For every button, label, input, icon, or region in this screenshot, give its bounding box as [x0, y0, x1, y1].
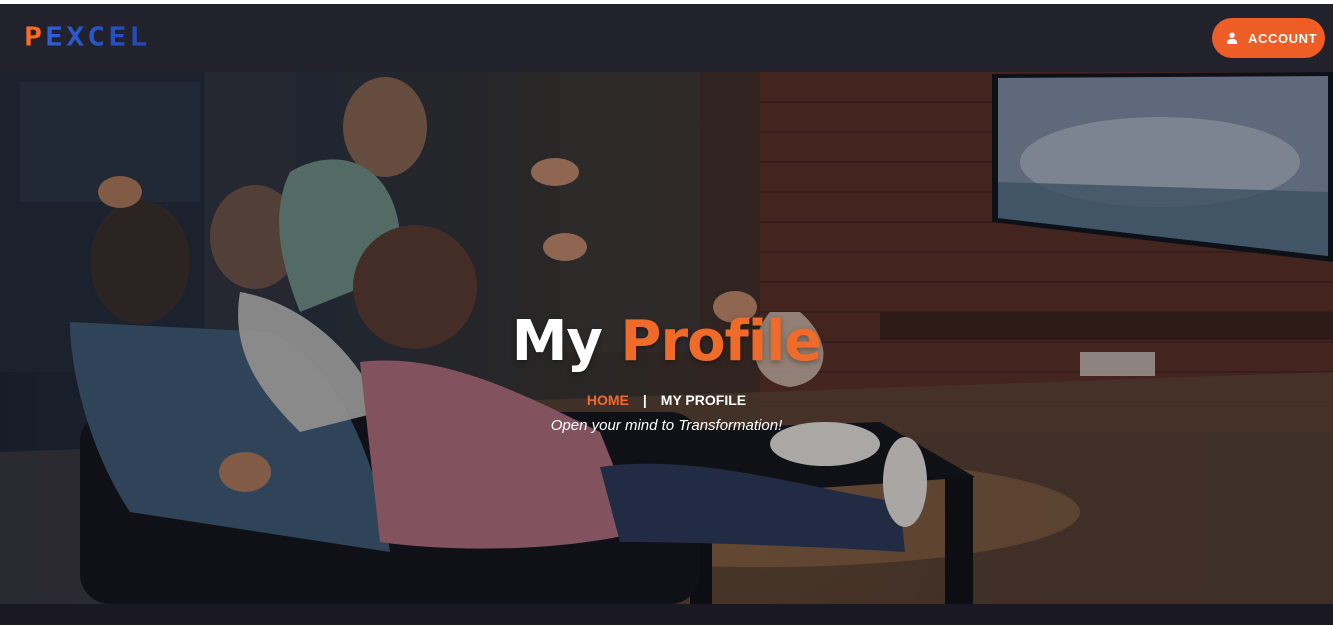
- account-button[interactable]: ACCOUNT: [1212, 18, 1325, 58]
- page-title-word-2: Profile: [620, 309, 822, 374]
- breadcrumb-separator: |: [642, 392, 647, 408]
- site-logo[interactable]: PEXCEL: [24, 18, 150, 58]
- breadcrumb-home-link[interactable]: HOME: [587, 392, 629, 408]
- page-title-word-1: My: [511, 309, 603, 374]
- page-title: My Profile: [511, 309, 823, 374]
- hero-banner: My Profile HOME | MY PROFILE Open your m…: [0, 72, 1333, 604]
- user-icon: [1226, 32, 1238, 44]
- navbar: PEXCEL ACCOUNT: [0, 4, 1333, 72]
- hero-content: My Profile HOME | MY PROFILE Open your m…: [0, 309, 1333, 435]
- account-button-label: ACCOUNT: [1248, 30, 1318, 46]
- content-area-top: [0, 604, 1333, 625]
- logo-text: PEXCEL: [24, 22, 151, 53]
- breadcrumb-current: MY PROFILE: [660, 392, 747, 408]
- hero-tagline: Open your mind to Transformation!: [550, 417, 783, 434]
- breadcrumb: HOME | MY PROFILE: [587, 392, 746, 408]
